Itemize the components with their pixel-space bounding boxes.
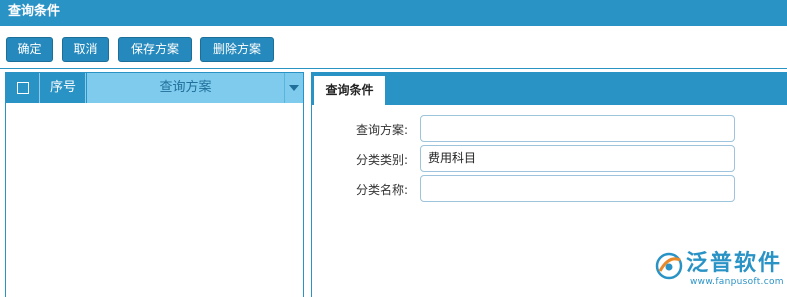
column-menu-button[interactable] [284, 73, 303, 103]
select-all-cell [6, 73, 40, 103]
save-plan-button[interactable]: 保存方案 [118, 37, 192, 62]
category-type-field[interactable]: 费用科目 [420, 145, 735, 172]
category-name-label: 分类名称: [355, 183, 408, 197]
brand-url: www.fanpusoft.com [690, 277, 784, 287]
select-all-checkbox[interactable] [17, 82, 29, 94]
caret-down-icon [289, 85, 299, 91]
plan-field-label: 查询方案: [355, 123, 408, 137]
category-name-field[interactable] [420, 175, 735, 202]
brand-name: 泛普软件 [686, 251, 783, 276]
window-title: 查询条件 [0, 0, 787, 26]
brand-mark-icon [655, 252, 683, 280]
column-header-plan[interactable]: 查询方案 [87, 73, 284, 103]
column-header-seq[interactable]: 序号 [41, 73, 86, 103]
tab-query-conditions[interactable]: 查询条件 [314, 76, 385, 105]
toolbar: 确定 取消 保存方案 删除方案 [0, 27, 787, 69]
tab-strip: 查询条件 [312, 73, 787, 105]
category-type-label: 分类类别: [355, 153, 408, 167]
plan-grid: 序号 查询方案 [5, 72, 304, 297]
cancel-button[interactable]: 取消 [62, 37, 109, 62]
delete-plan-button[interactable]: 删除方案 [200, 37, 274, 62]
brand-logo: 泛普软件 www.fanpusoft.com [652, 250, 784, 292]
plan-field[interactable] [420, 115, 735, 142]
confirm-button[interactable]: 确定 [6, 37, 53, 62]
grid-header: 序号 查询方案 [6, 73, 303, 103]
